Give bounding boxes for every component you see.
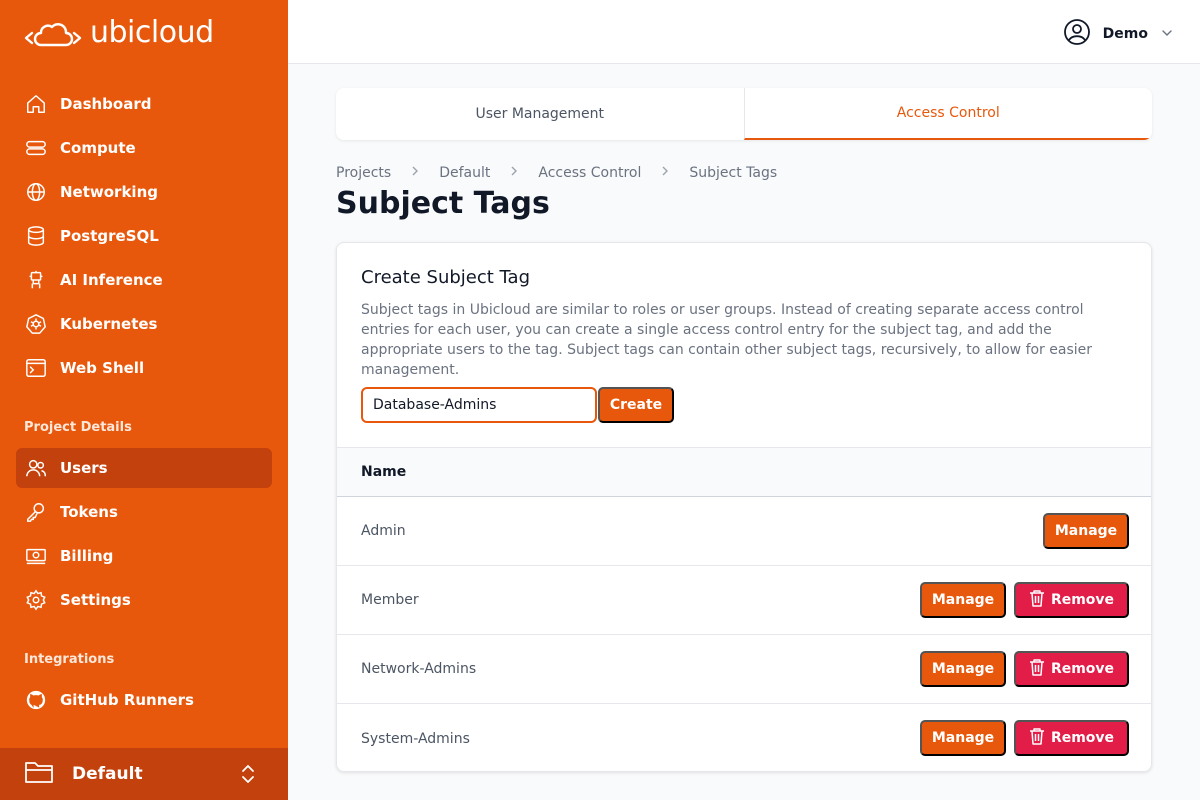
- subject-tags-card: Create Subject Tag Subject tags in Ubicl…: [336, 242, 1152, 772]
- sidebar-item-kubernetes[interactable]: Kubernetes: [16, 304, 272, 344]
- sidebar-item-networking[interactable]: Networking: [16, 172, 272, 212]
- table-row: Member Manage Remove: [337, 566, 1151, 635]
- banknote-icon: [24, 544, 48, 568]
- sidebar-item-postgresql[interactable]: PostgreSQL: [16, 216, 272, 256]
- sidebar-item-label: Networking: [60, 183, 158, 201]
- sidebar-item-label: GitHub Runners: [60, 691, 194, 709]
- user-circle-icon: [1063, 18, 1091, 50]
- sidebar-item-label: Billing: [60, 547, 114, 565]
- chevron-right-icon: [411, 165, 419, 181]
- users-icon: [24, 456, 48, 480]
- sidebar-item-settings[interactable]: Settings: [16, 580, 272, 620]
- sidebar-item-users[interactable]: Users: [16, 448, 272, 488]
- globe-icon: [24, 180, 48, 204]
- section-title-project-details: Project Details: [24, 420, 132, 435]
- breadcrumb-item-subject-tags[interactable]: Subject Tags: [689, 165, 777, 181]
- user-name: Demo: [1102, 26, 1148, 42]
- folder-icon: [24, 758, 56, 790]
- topbar: Demo: [288, 0, 1200, 64]
- project-switcher-label: Default: [72, 764, 143, 784]
- subject-tag-name: Member: [361, 592, 419, 608]
- create-subject-tag-description: Subject tags in Ubicloud are similar to …: [361, 302, 1093, 378]
- create-subject-tag-title: Create Subject Tag: [361, 267, 531, 288]
- sidebar-item-label: Settings: [60, 591, 131, 609]
- remove-button[interactable]: Remove: [1014, 651, 1129, 687]
- trash-icon: [1029, 589, 1045, 611]
- cloud-logo-icon: [24, 23, 82, 47]
- github-icon: [24, 688, 48, 712]
- table-row: System-Admins Manage Remove: [337, 704, 1151, 771]
- subject-tag-name: System-Admins: [361, 730, 470, 747]
- sidebar-item-label: AI Inference: [60, 271, 163, 289]
- remove-button[interactable]: Remove: [1014, 582, 1129, 618]
- sidebar: ubicloud Dashboard Compute Networking Po…: [0, 0, 288, 800]
- tab-access-control[interactable]: Access Control: [743, 88, 1152, 140]
- ubicloud-logo[interactable]: ubicloud: [24, 16, 214, 50]
- sidebar-item-label: Web Shell: [60, 359, 145, 377]
- breadcrumb-item-default[interactable]: Default: [439, 165, 490, 181]
- terminal-icon: [24, 356, 48, 380]
- database-icon: [24, 224, 48, 248]
- manage-button[interactable]: Manage: [1043, 513, 1129, 549]
- chevron-right-icon: [661, 165, 669, 181]
- subject-tag-name: Admin: [361, 523, 406, 539]
- sidebar-item-label: Dashboard: [60, 95, 152, 113]
- project-switcher[interactable]: Default: [0, 748, 288, 800]
- chevron-down-icon: [1160, 25, 1174, 44]
- brand-name: ubicloud: [90, 15, 214, 50]
- key-icon: [24, 500, 48, 524]
- trash-icon: [1029, 658, 1045, 680]
- subject-tag-name-input[interactable]: [361, 387, 597, 423]
- remove-button-label: Remove: [1050, 661, 1115, 677]
- create-button[interactable]: Create: [598, 387, 674, 423]
- breadcrumb-item-projects[interactable]: Projects: [336, 165, 391, 181]
- tab-user-management[interactable]: User Management: [336, 88, 744, 140]
- manage-button[interactable]: Manage: [920, 720, 1006, 756]
- table-row: Network-Admins Manage Remove: [337, 635, 1151, 704]
- remove-button-label: Remove: [1050, 730, 1115, 746]
- robot-icon: [24, 268, 48, 292]
- section-title-integrations: Integrations: [24, 652, 115, 667]
- table-row: Admin Manage: [337, 497, 1151, 566]
- remove-button[interactable]: Remove: [1014, 720, 1129, 756]
- user-menu[interactable]: Demo: [1063, 18, 1174, 50]
- server-icon: [24, 136, 48, 160]
- sidebar-item-label: Tokens: [60, 503, 118, 521]
- sidebar-item-tokens[interactable]: Tokens: [16, 492, 272, 532]
- sidebar-item-dashboard[interactable]: Dashboard: [16, 84, 272, 124]
- tab-bar: User Management Access Control: [336, 88, 1152, 140]
- sidebar-item-label: Users: [60, 459, 108, 477]
- breadcrumb-item-access-control[interactable]: Access Control: [538, 165, 641, 181]
- breadcrumb: Projects Default Access Control Subject …: [336, 165, 777, 181]
- sidebar-item-billing[interactable]: Billing: [16, 536, 272, 576]
- sidebar-item-github-runners[interactable]: GitHub Runners: [16, 680, 272, 720]
- sidebar-item-web-shell[interactable]: Web Shell: [16, 348, 272, 388]
- chevron-right-icon: [510, 165, 518, 181]
- subject-tag-name: Network-Admins: [361, 661, 477, 677]
- sidebar-item-label: Kubernetes: [60, 315, 158, 333]
- sidebar-item-label: PostgreSQL: [60, 227, 159, 245]
- manage-button[interactable]: Manage: [920, 582, 1006, 618]
- remove-button-label: Remove: [1050, 592, 1115, 608]
- sidebar-item-compute[interactable]: Compute: [16, 128, 272, 168]
- kubernetes-icon: [24, 312, 48, 336]
- home-icon: [24, 92, 48, 116]
- manage-button[interactable]: Manage: [920, 651, 1006, 687]
- page-title: Subject Tags: [336, 186, 550, 221]
- sidebar-item-ai-inference[interactable]: AI Inference: [16, 260, 272, 300]
- table-header-name: Name: [337, 447, 1151, 497]
- chevron-up-down-icon: [238, 762, 258, 790]
- sidebar-item-label: Compute: [60, 139, 136, 157]
- trash-icon: [1029, 727, 1045, 749]
- gear-icon: [24, 588, 48, 612]
